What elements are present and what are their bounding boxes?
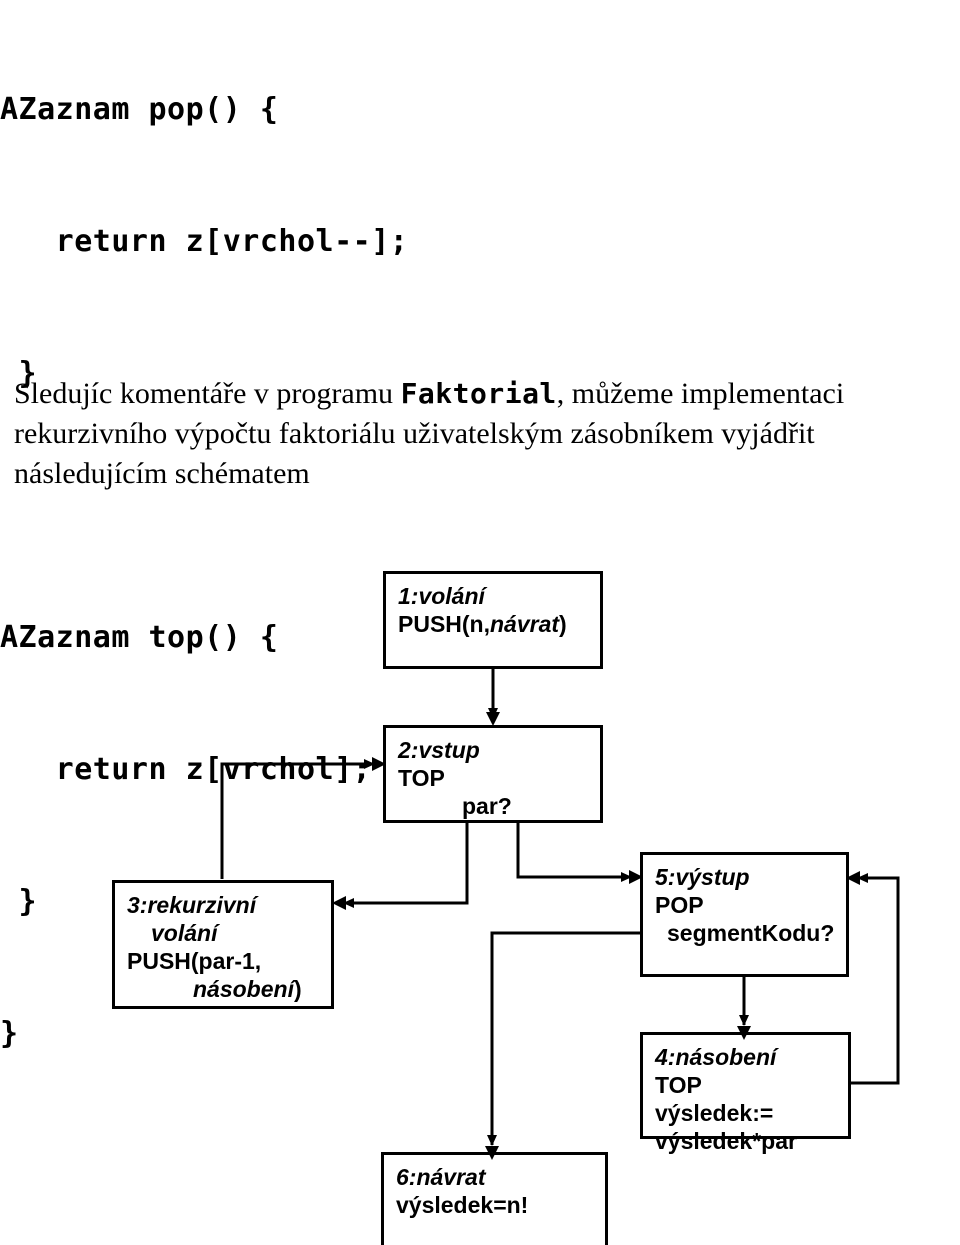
node-5-vystup[interactable]: 5:výstup POP segmentKodu? [640,852,849,977]
node-6-navrat[interactable]: 6:návrat výsledek=n! [381,1152,608,1245]
node-1-header: 1:volání [398,583,485,609]
node-4-nasobeni[interactable]: 4:násobení TOP výsledek:= výsledek*par [640,1032,851,1154]
edge-3-to-2 [220,759,375,879]
node-3-line-3: PUSH(par-1, [127,948,262,974]
node-3-push-arg: násobení [193,976,294,1002]
node-2-vstup[interactable]: 2:vstup TOP par? [383,725,603,823]
node-5-header: 5:výstup [655,864,750,890]
node-4-line-2: TOP [655,1072,702,1098]
node-1-push-prefix: PUSH(n, [398,611,490,637]
node-2-condition: par? [462,793,512,819]
node-1-push-suffix: ) [559,611,567,637]
node-1-line-2: PUSH(n,návrat) [398,610,590,638]
node-3-push-suffix: ) [293,976,302,1002]
node-4-line-3: výsledek:= [655,1100,774,1126]
edge-4-to-5 [849,873,900,1085]
node-1-push-arg: návrat [490,611,560,637]
node-5-line-2: POP [655,892,704,918]
node-3-line-4: násobení) [127,975,321,1003]
node-2-header: 2:vstup [398,737,480,763]
node-3-header: 3:rekurzivní [127,892,257,918]
node-2-line-2: TOP [398,765,445,791]
node-4-line-4: výsledek*par [655,1128,797,1154]
node-6-header: 6:návrat [396,1164,486,1190]
node-1-volani[interactable]: 1:volání PUSH(n,návrat) [383,571,603,669]
node-3-header-line-2: volání [151,920,218,946]
edge-2-to-5 [516,823,632,882]
node-4-header: 4:násobení [655,1044,777,1070]
flow-diagram: 1:volání PUSH(n,návrat) 2:vstup TOP par?… [0,0,960,1245]
node-3-rekurzivni-volani[interactable]: 3:rekurzivní volání PUSH(par-1, násobení… [112,880,334,1009]
node-5-condition: segmentKodu? [667,920,835,946]
edge-2-to-3 [343,823,469,908]
page-root: AZaznam pop() { return z[vrchol--]; } AZ… [0,0,960,1245]
node-6-line-2: výsledek=n! [396,1192,529,1218]
